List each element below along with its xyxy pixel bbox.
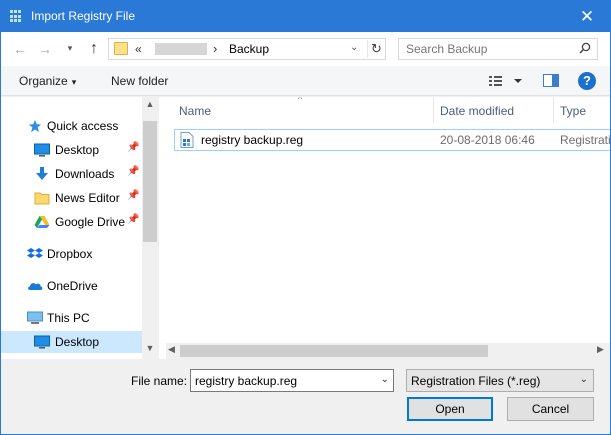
search-input[interactable] (406, 41, 576, 57)
scroll-left-icon[interactable]: ◀ (168, 344, 175, 355)
dropbox-icon (27, 248, 43, 258)
computer-icon (27, 311, 43, 324)
folder-icon (114, 42, 128, 55)
scroll-down-icon[interactable]: ▼ (142, 343, 158, 353)
file-list: ^ Name Date modified Type registry backu… (166, 97, 610, 359)
pane-splitter[interactable] (158, 97, 166, 359)
sidebar-item-quick-access[interactable]: Quick access (1, 115, 142, 137)
breadcrumb-backup[interactable]: Backup (229, 42, 269, 56)
file-type-value: Registration Files (*.reg) (411, 374, 541, 388)
file-list-horizontal-scrollbar[interactable]: ◀ ▶ (166, 343, 610, 359)
registry-file-icon (180, 132, 194, 148)
import-registry-dialog: Import Registry File ✕ ← → ▾ ↑ « › Backu… (0, 0, 611, 435)
pin-icon: 📌 (127, 190, 140, 201)
sidebar-item-label: Quick access (47, 119, 119, 133)
registry-editor-icon (10, 10, 23, 23)
cancel-button[interactable]: Cancel (507, 397, 594, 421)
close-button[interactable]: ✕ (564, 1, 610, 32)
scrollbar-thumb[interactable] (180, 345, 488, 357)
search-box[interactable] (398, 38, 598, 60)
file-row[interactable]: registry backup.reg 20-08-2018 06:46 Reg… (174, 129, 610, 151)
pin-icon: 📌 (127, 142, 140, 153)
open-button[interactable]: Open (407, 397, 493, 421)
up-button[interactable]: ↑ (85, 40, 103, 58)
command-bar: Organize ▾ New folder ? (1, 66, 610, 96)
file-name: registry backup.reg (201, 133, 304, 147)
organize-label: Organize (19, 74, 68, 88)
column-headers: ^ Name Date modified Type (166, 97, 610, 124)
title-bar[interactable]: Import Registry File ✕ (1, 1, 610, 32)
sidebar-item-label: News Editor (55, 191, 120, 205)
file-name-label: File name: (131, 374, 188, 388)
sidebar-item-label: OneDrive (47, 279, 98, 293)
chevron-down-icon: ⌄ (579, 374, 588, 385)
help-button[interactable]: ? (578, 72, 596, 90)
desktop-icon (34, 335, 50, 349)
search-icon[interactable] (579, 42, 591, 54)
refresh-button[interactable]: ↻ (367, 40, 385, 58)
file-name-combobox[interactable]: ⌄ (190, 369, 394, 392)
caret-down-icon: ▾ (71, 77, 77, 87)
column-header-date-modified[interactable]: Date modified (440, 104, 514, 118)
pin-icon: 📌 (127, 166, 140, 177)
change-view-icon[interactable] (488, 73, 524, 89)
sidebar-item-this-pc[interactable]: This PC (1, 307, 142, 329)
scrollbar-thumb[interactable] (143, 121, 157, 242)
download-icon (36, 167, 48, 180)
file-date-modified: 20-08-2018 06:46 (440, 133, 535, 147)
navigation-pane: Quick access Desktop 📌 Downloads 📌 News … (1, 97, 158, 359)
back-button[interactable]: ← (11, 40, 29, 58)
sidebar-item-this-pc-desktop[interactable]: Desktop (1, 331, 142, 353)
sidebar-item-google-drive[interactable]: Google Drive 📌 (1, 211, 142, 233)
sidebar-item-onedrive[interactable]: OneDrive (1, 275, 142, 297)
new-folder-button[interactable]: New folder (111, 74, 168, 88)
column-header-type[interactable]: Type (560, 104, 586, 118)
sidebar-item-dropbox[interactable]: Dropbox (1, 243, 142, 265)
chevron-down-icon[interactable]: ⌄ (381, 374, 389, 385)
sidebar-item-label: Google Drive (55, 215, 126, 229)
preview-pane-icon[interactable] (543, 74, 559, 87)
breadcrumb-separator-icon[interactable]: › (213, 41, 217, 56)
sidebar-item-label: Desktop (55, 143, 100, 157)
sort-ascending-icon: ^ (298, 97, 303, 104)
cloud-icon (28, 283, 43, 290)
sidebar-item-label: Dropbox (47, 247, 93, 261)
file-type-select[interactable]: Registration Files (*.reg) ⌄ (406, 369, 594, 392)
sidebar-item-label: Downloads (55, 167, 115, 181)
scroll-up-icon[interactable]: ▲ (142, 99, 158, 109)
star-icon (28, 119, 42, 133)
file-name-input[interactable] (195, 373, 375, 389)
recent-locations-button[interactable]: ▾ (61, 39, 79, 57)
sidebar-item-news-editor[interactable]: News Editor 📌 (1, 187, 142, 209)
folder-icon (34, 192, 50, 205)
sidebar-item-downloads[interactable]: Downloads 📌 (1, 163, 142, 185)
column-divider[interactable] (553, 97, 554, 122)
dialog-footer: File name: ⌄ Registration Files (*.reg) … (1, 359, 610, 434)
column-divider[interactable] (433, 97, 434, 122)
chevron-down-icon[interactable]: ⌄ (350, 42, 358, 53)
google-drive-icon (34, 216, 50, 228)
sidebar-item-label: Desktop (55, 335, 100, 349)
sidebar-item-label: This PC (47, 311, 90, 325)
scroll-right-icon[interactable]: ▶ (597, 344, 604, 355)
navigation-pane-scrollbar[interactable]: ▲ ▼ (142, 97, 158, 359)
sidebar-item-desktop[interactable]: Desktop 📌 (1, 139, 142, 161)
organize-button[interactable]: Organize ▾ (19, 74, 76, 88)
address-bar[interactable]: « › Backup ⌄ ↻ (108, 38, 386, 60)
breadcrumb-overflow-button[interactable]: « (135, 42, 142, 56)
navigation-bar: ← → ▾ ↑ « › Backup ⌄ ↻ (1, 32, 610, 66)
pin-icon: 📌 (127, 214, 140, 225)
redacted-breadcrumb (155, 43, 207, 55)
file-type: Registration Entries (560, 133, 610, 147)
forward-button[interactable]: → (36, 40, 54, 58)
desktop-icon (34, 143, 50, 157)
column-header-name[interactable]: Name (179, 104, 211, 118)
window-title: Import Registry File (31, 9, 136, 23)
